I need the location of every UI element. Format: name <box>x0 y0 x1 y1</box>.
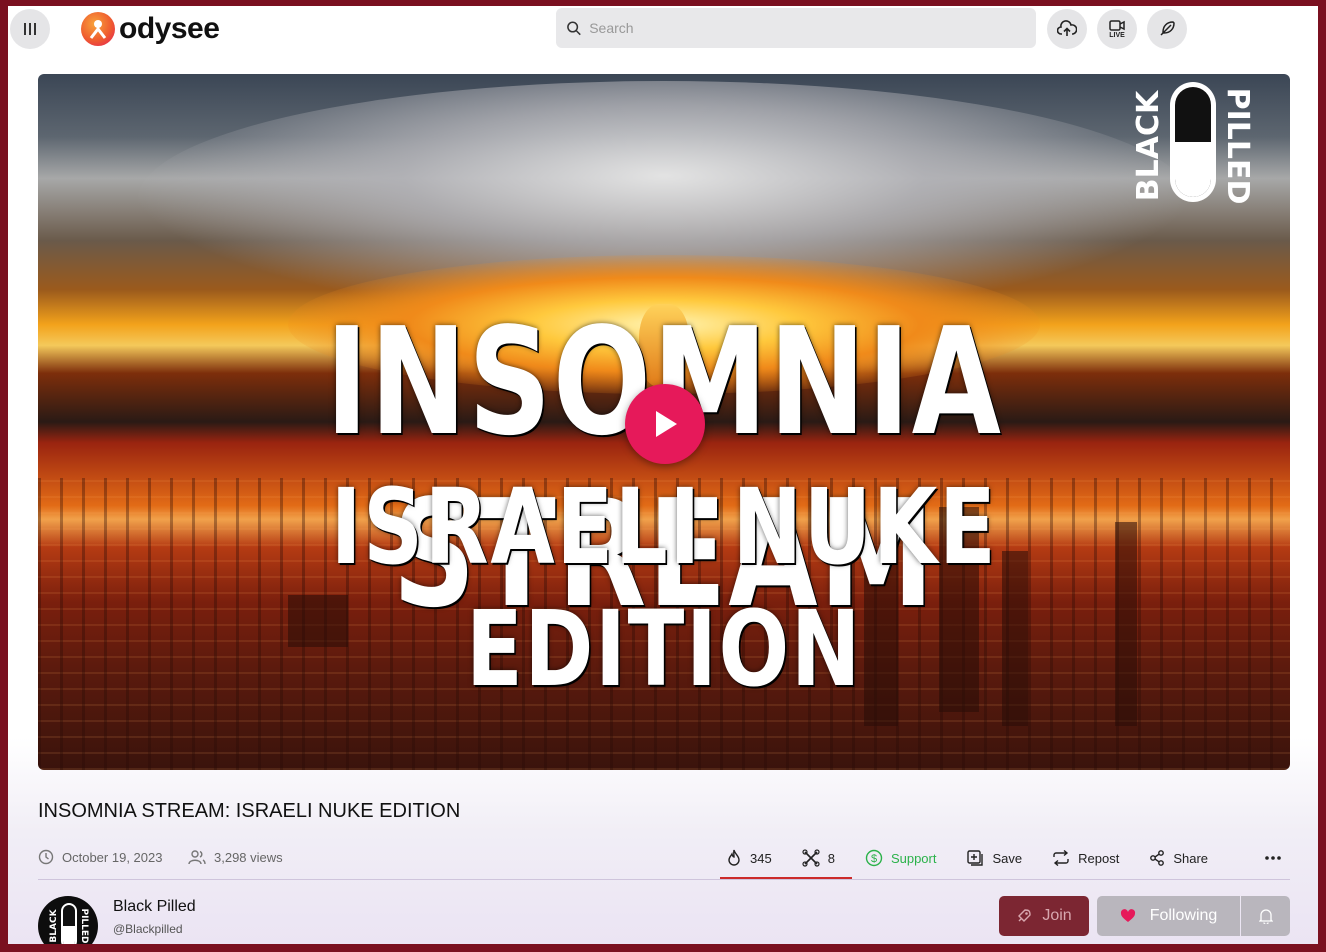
join-label: Join <box>1042 907 1072 924</box>
repost-button[interactable]: Repost <box>1052 850 1119 866</box>
cloud-upload-icon <box>1057 20 1077 36</box>
video-title: INSOMNIA STREAM: ISRAELI NUKE EDITION <box>38 800 461 822</box>
repost-label: Repost <box>1078 850 1120 866</box>
feather-pen-icon <box>1160 21 1175 36</box>
logo-text: odysee <box>119 12 220 45</box>
following-button[interactable]: Following <box>1097 896 1240 936</box>
view-count: 3,298 views <box>188 849 283 865</box>
more-horizontal-icon <box>1265 856 1281 860</box>
heart-icon <box>1120 909 1135 922</box>
join-button[interactable]: Join <box>999 896 1089 936</box>
black-pilled-avatar-icon: BLACK PILLED <box>49 903 89 944</box>
publish-post-button[interactable] <box>1147 9 1187 49</box>
menu-button[interactable] <box>10 9 50 49</box>
support-label: Support <box>890 850 937 866</box>
search-bar[interactable] <box>556 8 1036 48</box>
slime-count: 8 <box>827 850 835 866</box>
share-label: Share <box>1173 850 1209 866</box>
rocket-icon <box>1018 909 1032 922</box>
menu-icon <box>24 23 36 35</box>
dollar-icon: $ <box>865 849 883 867</box>
odysee-logo-icon <box>81 12 115 46</box>
save-button[interactable]: Save <box>966 849 1022 867</box>
view-count-text: 3,298 views <box>214 849 283 865</box>
repost-icon <box>1053 850 1069 866</box>
play-button[interactable] <box>625 384 705 464</box>
upload-button[interactable] <box>1047 9 1087 49</box>
search-icon <box>567 21 581 36</box>
slime-icon <box>802 849 820 867</box>
page-frame: odysee LIVE <box>8 6 1318 944</box>
odysee-logo[interactable]: odysee <box>81 9 220 49</box>
fire-count: 345 <box>750 850 772 866</box>
support-button[interactable]: $ Support <box>865 849 937 867</box>
brand-left-text: BLACK <box>1131 89 1166 201</box>
more-options-button[interactable] <box>1264 848 1282 866</box>
brand-right-text: PILLED <box>1220 88 1255 205</box>
play-icon <box>656 411 677 437</box>
thumbnail-title-line2: ISRAELI NUKE EDITION <box>330 466 998 710</box>
add-to-playlist-icon <box>967 850 984 866</box>
black-pilled-logo: BLACK PILLED <box>1131 82 1255 205</box>
users-icon <box>188 850 206 865</box>
share-button[interactable]: Share <box>1149 850 1208 866</box>
channel-avatar[interactable]: BLACK PILLED <box>38 896 98 944</box>
search-input[interactable] <box>589 8 1036 48</box>
go-live-button[interactable]: LIVE <box>1097 9 1137 49</box>
video-camera-icon <box>1109 19 1125 31</box>
action-bar: 345 8 $ Support Save Repost Share <box>726 847 1238 869</box>
fire-icon <box>728 849 740 866</box>
svg-text:PILLED: PILLED <box>79 908 89 943</box>
svg-text:$: $ <box>871 853 877 865</box>
following-label: Following <box>1149 907 1218 924</box>
svg-text:BLACK: BLACK <box>49 908 59 942</box>
channel-handle[interactable]: @Blackpilled <box>113 922 183 936</box>
clock-icon <box>38 849 54 865</box>
divider <box>38 879 1290 880</box>
publish-date-text: October 19, 2023 <box>62 849 163 865</box>
channel-name[interactable]: Black Pilled <box>113 898 196 916</box>
video-player[interactable]: INSOMNIA STREAM ISRAELI NUKE EDITION BLA… <box>38 74 1290 770</box>
publish-date: October 19, 2023 <box>38 849 162 865</box>
live-label: LIVE <box>1109 31 1125 39</box>
slime-reaction-button[interactable]: 8 <box>802 849 835 867</box>
fire-reaction-button[interactable]: 345 <box>726 849 772 867</box>
share-icon <box>1150 850 1165 866</box>
notification-bell-button[interactable] <box>1241 896 1290 936</box>
bell-icon <box>1258 909 1273 924</box>
save-label: Save <box>992 850 1023 866</box>
